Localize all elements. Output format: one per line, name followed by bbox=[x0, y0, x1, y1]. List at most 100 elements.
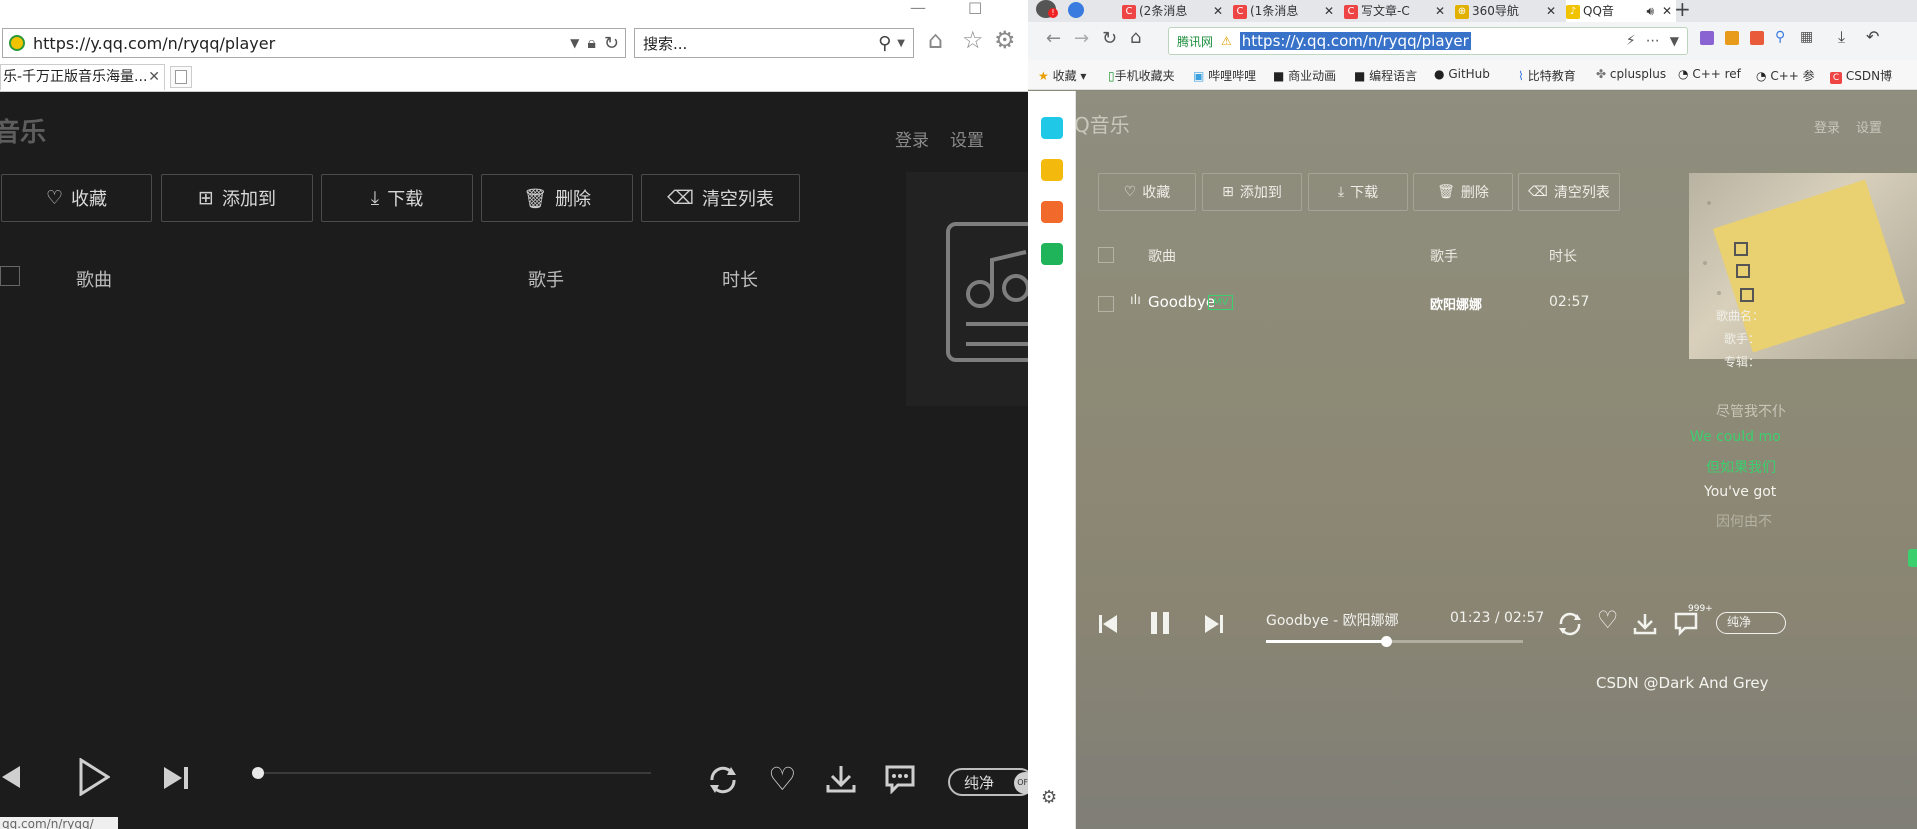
next-button[interactable] bbox=[1202, 612, 1226, 640]
delete-button[interactable]: 🗑︎ 删除 bbox=[1413, 173, 1513, 211]
progress-knob[interactable] bbox=[1381, 636, 1393, 647]
star-icon[interactable] bbox=[1041, 159, 1063, 181]
close-icon[interactable]: ✕ bbox=[148, 65, 160, 89]
favorite-button[interactable]: ♡ 收藏 bbox=[1098, 173, 1196, 211]
column-duration[interactable]: 时长 bbox=[1549, 246, 1577, 266]
prev-button[interactable] bbox=[1096, 612, 1120, 640]
add-to-button[interactable]: ⊞ 添加到 bbox=[161, 174, 313, 222]
download-song-button[interactable] bbox=[1633, 612, 1657, 640]
tab-1[interactable]: C (2条消息 ✕ bbox=[1122, 0, 1227, 22]
clear-list-button[interactable]: ⌫ 清空列表 bbox=[641, 174, 800, 222]
clear-list-button[interactable]: ⌫ 清空列表 bbox=[1518, 173, 1620, 211]
tab-3[interactable]: C 写文章-C ✕ bbox=[1344, 0, 1449, 22]
address-bar[interactable]: 腾讯网 ⚠ https://y.qq.com/n/ryqq/player ⚡ ⋯… bbox=[1168, 27, 1688, 55]
ie-tab-title[interactable]: 乐-千万正版音乐海量... bbox=[3, 69, 147, 85]
undo-icon[interactable]: ↶ bbox=[1866, 27, 1879, 46]
download-song-button[interactable] bbox=[826, 764, 856, 798]
song-artist[interactable]: 欧阳娜娜 bbox=[1430, 294, 1482, 313]
mv-badge[interactable]: MV bbox=[1208, 295, 1234, 310]
refresh-icon[interactable]: ↻ bbox=[1102, 28, 1117, 49]
loop-button[interactable] bbox=[706, 764, 740, 800]
play-button[interactable] bbox=[78, 757, 111, 800]
column-duration[interactable]: 时长 bbox=[722, 266, 758, 292]
chevron-down-icon[interactable]: ▼ bbox=[1670, 34, 1679, 48]
row-checkbox[interactable] bbox=[1098, 296, 1114, 312]
weibo-icon[interactable] bbox=[1041, 201, 1063, 223]
favorite-button[interactable]: ♡ 收藏 bbox=[1, 174, 152, 222]
login-link[interactable]: 登录 bbox=[1814, 117, 1840, 136]
close-icon[interactable]: ✕ bbox=[1324, 0, 1334, 22]
more-icon[interactable]: ⋯ bbox=[1646, 33, 1660, 49]
extension-icon[interactable] bbox=[1750, 31, 1764, 45]
heart-icon[interactable]: ♡ bbox=[768, 760, 797, 798]
ie-address-text[interactable]: https://y.qq.com/n/ryqq/player bbox=[33, 34, 570, 53]
lyric-side-button[interactable] bbox=[1908, 549, 1917, 567]
maximize-icon[interactable]: ☐ bbox=[968, 0, 982, 18]
bookmark-item[interactable]: ⌇ 比特教育 bbox=[1518, 67, 1576, 84]
next-button[interactable] bbox=[162, 764, 192, 796]
tab-4[interactable]: ⊕ 360导航 ✕ bbox=[1455, 0, 1560, 22]
dropdown-icon[interactable]: ▼ bbox=[570, 36, 579, 50]
loop-button[interactable] bbox=[1557, 611, 1583, 641]
bookmark-item[interactable]: ◔ C++ 参 bbox=[1756, 67, 1815, 84]
extension-icon[interactable] bbox=[1700, 31, 1714, 45]
bookmark-item[interactable]: C CSDN博 bbox=[1830, 67, 1892, 84]
close-icon[interactable]: ✕ bbox=[1435, 0, 1445, 22]
ie-tab[interactable]: 乐-千万正版音乐海量... ✕ bbox=[0, 64, 165, 90]
column-artist[interactable]: 歌手 bbox=[1430, 246, 1458, 266]
song-row[interactable]: ılı Goodbye MV 欧阳娜娜 02:57 bbox=[1076, 285, 1636, 319]
bookmark-item[interactable]: ▣ 哔哩哔哩 bbox=[1193, 67, 1256, 84]
gear-icon[interactable]: ⚙ bbox=[994, 26, 1016, 54]
lightning-icon[interactable]: ⚡ bbox=[1626, 33, 1636, 49]
progress-track[interactable] bbox=[252, 767, 651, 779]
select-all-checkbox[interactable] bbox=[0, 266, 20, 286]
settings-link[interactable]: 设置 bbox=[950, 126, 984, 151]
apps-grid-icon[interactable]: ▦ bbox=[1800, 29, 1813, 45]
bookmark-favorites[interactable]: ★ 收藏 ▾ bbox=[1038, 67, 1086, 84]
new-tab-button[interactable] bbox=[170, 66, 192, 88]
360-logo-icon[interactable] bbox=[1068, 2, 1084, 18]
search-icon[interactable]: ⚲ bbox=[878, 33, 891, 54]
settings-link[interactable]: 设置 bbox=[1856, 117, 1882, 136]
new-tab-plus-icon[interactable]: + bbox=[1674, 0, 1691, 21]
column-song[interactable]: 歌曲 bbox=[1148, 246, 1176, 266]
refresh-icon[interactable]: ↻ bbox=[604, 33, 619, 54]
home-icon[interactable]: ⌂ bbox=[928, 26, 943, 54]
bookmark-item[interactable]: ● GitHub bbox=[1434, 67, 1490, 81]
tab-active[interactable]: ♪ QQ音 🔊︎ ✕ bbox=[1566, 0, 1676, 22]
column-song[interactable]: 歌曲 bbox=[76, 266, 112, 292]
speaker-icon[interactable]: 🔊︎ bbox=[1646, 0, 1654, 22]
ie-search-text[interactable]: 搜索... bbox=[643, 33, 878, 54]
progress-knob[interactable] bbox=[252, 767, 264, 779]
add-to-button[interactable]: ⊞ 添加到 bbox=[1202, 173, 1302, 211]
bookmark-item[interactable]: ✤ cplusplus bbox=[1596, 67, 1666, 81]
comment-button[interactable] bbox=[884, 764, 916, 798]
ie-address-bar[interactable]: https://y.qq.com/n/ryqq/player ▼ 🔒︎ ↻ bbox=[2, 28, 626, 58]
plus-icon[interactable] bbox=[1041, 117, 1063, 139]
comment-button[interactable]: 999+ bbox=[1674, 604, 1713, 640]
tab-2[interactable]: C (1条消息 ✕ bbox=[1233, 0, 1338, 22]
home-icon[interactable]: ⌂ bbox=[1130, 27, 1141, 48]
back-icon[interactable]: ← bbox=[1046, 28, 1061, 49]
address-text[interactable]: https://y.qq.com/n/ryqq/player bbox=[1239, 32, 1471, 50]
search-icon[interactable]: ⚲ bbox=[1775, 29, 1785, 45]
close-icon[interactable]: ✕ bbox=[1546, 0, 1556, 22]
forward-icon[interactable]: → bbox=[1074, 28, 1089, 49]
login-link[interactable]: 登录 bbox=[895, 126, 929, 151]
bookmark-item[interactable]: ■ 编程语言 bbox=[1354, 67, 1417, 84]
pure-mode-toggle[interactable]: 纯净 OFF bbox=[948, 768, 1028, 796]
bookmark-item[interactable]: ▯手机收藏夹 bbox=[1108, 67, 1175, 84]
download-icon[interactable]: ⤓ bbox=[1838, 27, 1845, 47]
mail-icon[interactable] bbox=[1041, 243, 1063, 265]
pure-mode-toggle[interactable]: 纯净 bbox=[1716, 612, 1786, 634]
download-button[interactable]: ⤓ 下载 bbox=[321, 174, 473, 222]
gear-icon[interactable]: ⚙ bbox=[1041, 787, 1057, 808]
song-title[interactable]: Goodbye bbox=[1148, 293, 1215, 311]
bookmark-item[interactable]: ◔ C++ ref bbox=[1678, 67, 1741, 81]
favorites-star-icon[interactable]: ☆ bbox=[962, 26, 984, 54]
download-button[interactable]: ⤓ 下载 bbox=[1308, 173, 1408, 211]
prev-button[interactable] bbox=[0, 762, 24, 796]
ie-search-box[interactable]: 搜索... ⚲ ▼ bbox=[634, 28, 914, 58]
dropdown-icon[interactable]: ▼ bbox=[897, 38, 905, 49]
select-all-checkbox[interactable] bbox=[1098, 247, 1114, 263]
